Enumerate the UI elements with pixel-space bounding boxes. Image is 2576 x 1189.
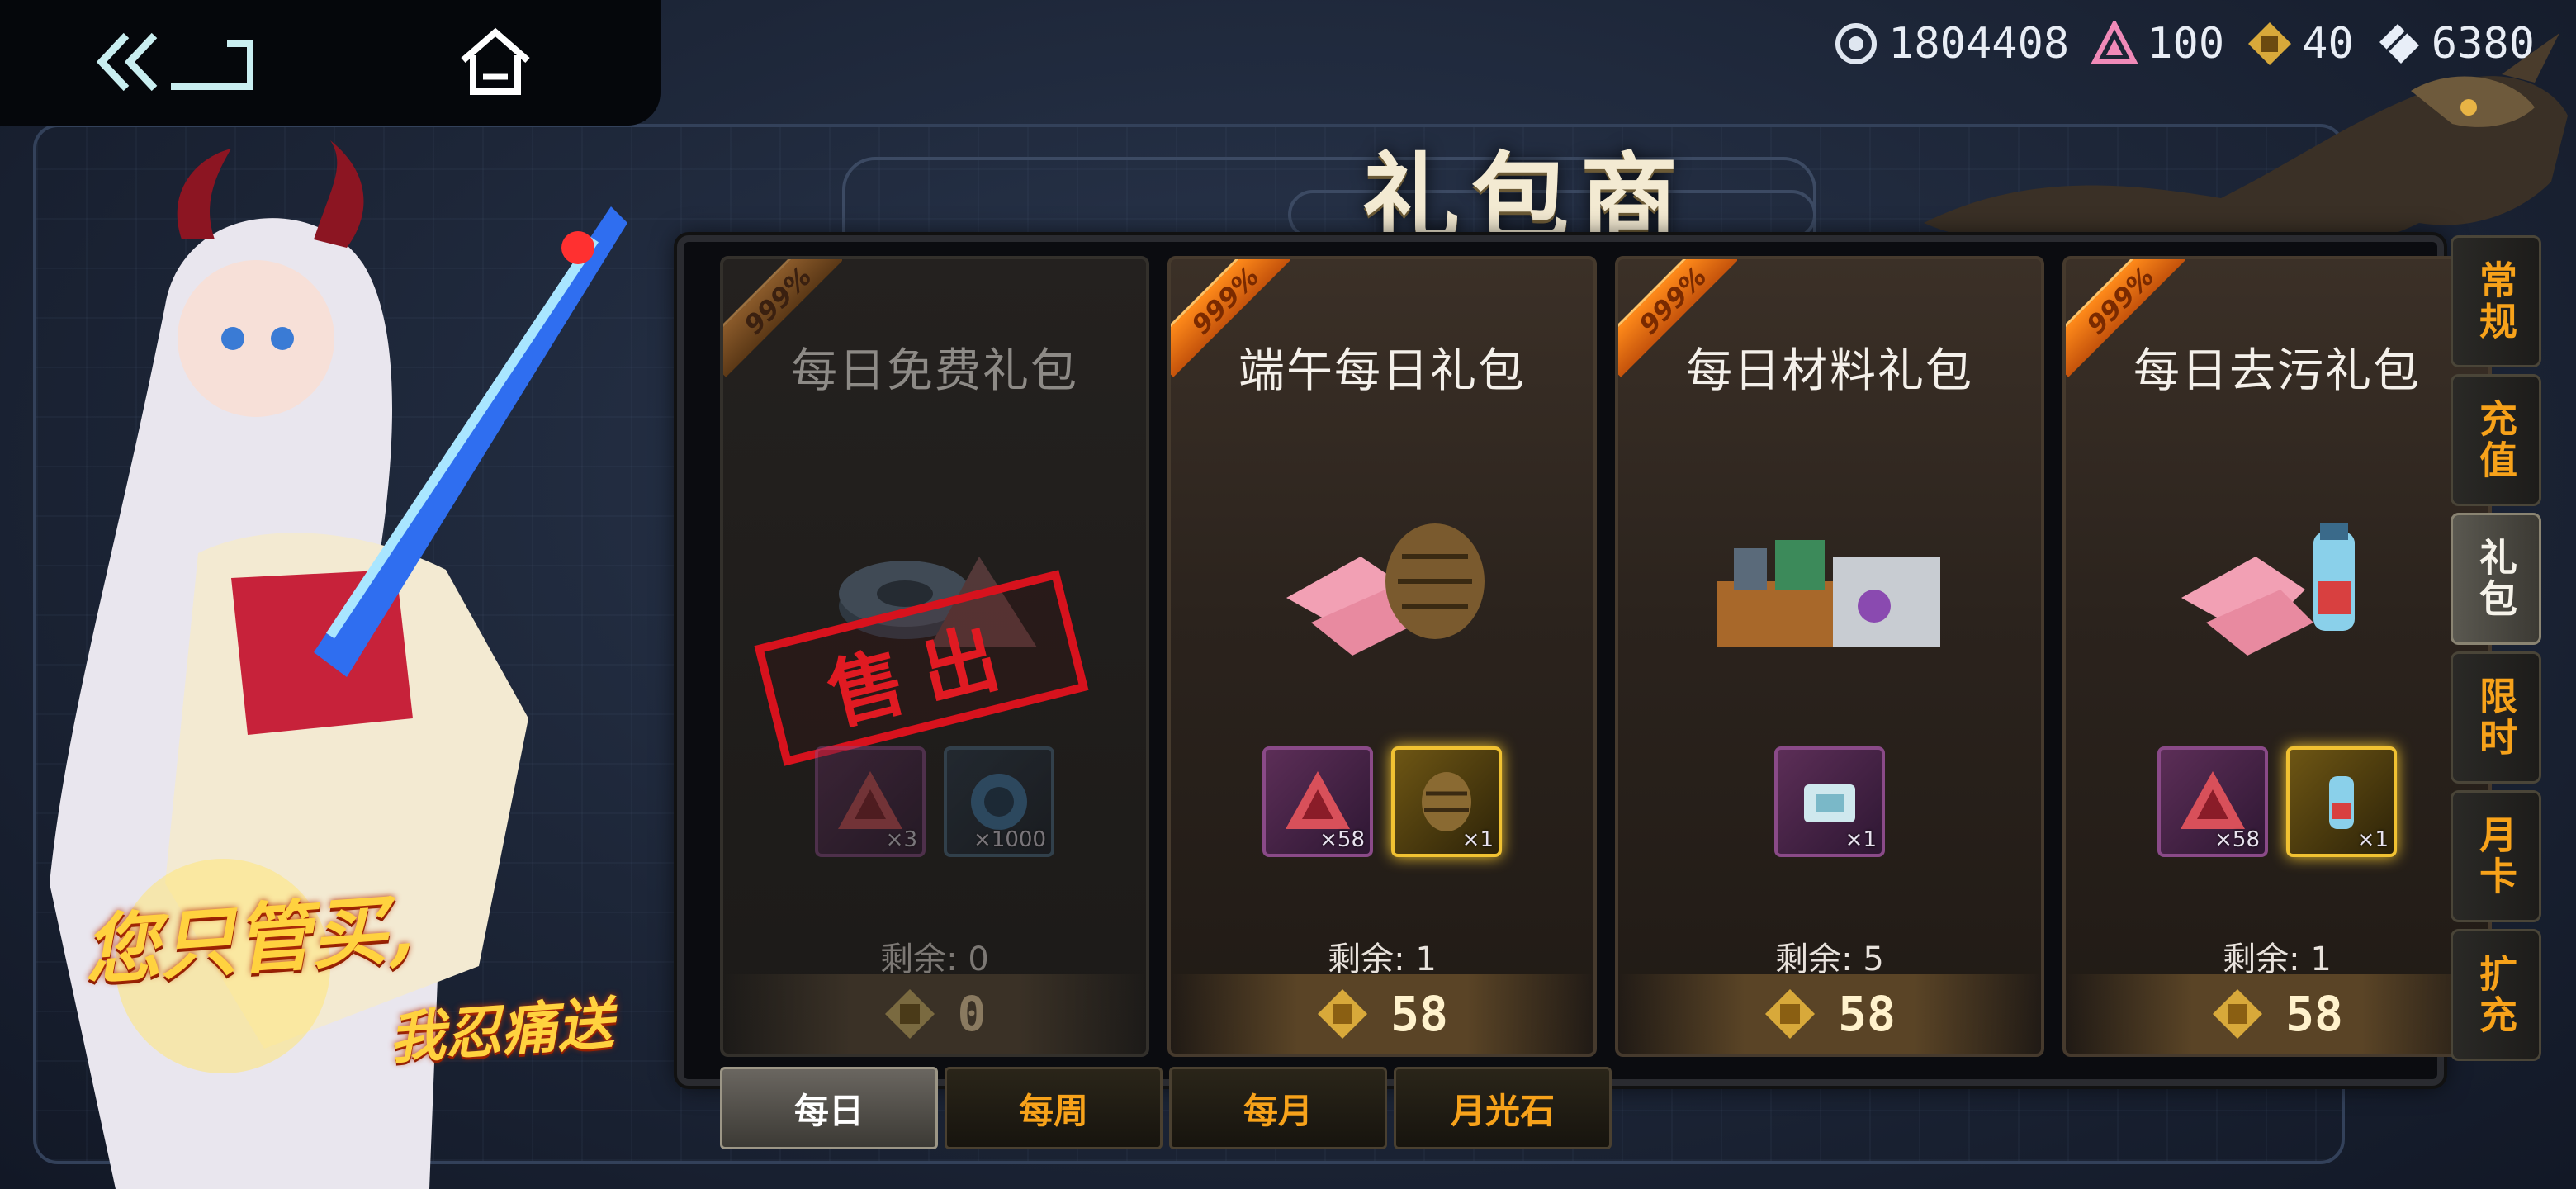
reward-items: ×3 ×1000 <box>723 746 1146 857</box>
buy-button[interactable]: 58 <box>1171 974 1593 1054</box>
tab-weekly[interactable]: 每周 <box>945 1067 1163 1149</box>
tab-expand[interactable]: 扩充 <box>2451 929 2541 1061</box>
reward-item[interactable]: ×1 <box>2286 746 2397 857</box>
gift-pack-card-decontamination[interactable]: 999% 每日去污礼包 ×58 ×1 剩余: 1 58 <box>2062 256 2492 1057</box>
crystal-potion-art <box>2181 523 2355 656</box>
card-title: 每日免费礼包 <box>791 344 1078 398</box>
gold-chip-icon <box>2213 989 2263 1039</box>
gift-pack-card-materials[interactable]: 999% 每日材料礼包 ×1 剩余: 5 58 <box>1615 256 2044 1057</box>
gold-chip-icon <box>1765 989 1816 1039</box>
material-crate-art <box>1717 540 1940 647</box>
card-title: 每日去污礼包 <box>2133 344 2421 398</box>
buy-button[interactable]: 58 <box>1618 974 2041 1054</box>
home-button[interactable] <box>446 17 545 107</box>
energy-core-icon <box>1832 20 1880 68</box>
buy-button[interactable]: 0 <box>723 974 1146 1054</box>
crystal-armor-art <box>1286 523 1485 656</box>
gold-chip-icon <box>884 989 935 1039</box>
gold-chip-icon <box>1318 989 1368 1039</box>
home-icon <box>461 27 530 95</box>
price-value: 0 <box>957 986 987 1042</box>
top-nav-bar <box>0 0 661 126</box>
remaining-count: 剩余: 0 <box>880 940 989 978</box>
reward-items: ×58 ×1 <box>1171 746 1593 857</box>
reward-item[interactable]: ×1 <box>1774 746 1885 857</box>
tab-recharge[interactable]: 充值 <box>2451 374 2541 506</box>
reward-item[interactable]: ×58 <box>2157 746 2268 857</box>
reward-items: ×58 ×1 <box>2066 746 2488 857</box>
tab-monthly[interactable]: 每月 <box>1169 1067 1387 1149</box>
remaining-count: 剩余: 5 <box>1775 940 1884 978</box>
reward-items: ×1 <box>1618 746 2041 857</box>
page-title: 礼包商店 <box>1362 141 1690 397</box>
card-title: 每日材料礼包 <box>1686 344 1973 398</box>
tab-limited[interactable]: 限时 <box>2451 651 2541 784</box>
tab-moonstone[interactable]: 月光石 <box>1394 1067 1612 1149</box>
reward-item[interactable]: ×1 <box>1391 746 1502 857</box>
tab-regular[interactable]: 常规 <box>2451 235 2541 367</box>
price-value: 58 <box>1390 986 1448 1042</box>
price-value: 58 <box>1838 986 1896 1042</box>
tab-monthly-card[interactable]: 月卡 <box>2451 790 2541 922</box>
buy-button[interactable]: 58 <box>2066 974 2488 1054</box>
double-chevron-left-icon <box>96 32 253 92</box>
gift-pack-card-daily-free[interactable]: 999% 每日免费礼包 售出 ×3 ×1000 剩余: 0 0 <box>720 256 1149 1057</box>
tab-daily[interactable]: 每日 <box>720 1067 938 1149</box>
reward-item[interactable]: ×3 <box>815 746 926 857</box>
back-button[interactable] <box>91 17 264 107</box>
tab-gift-pack[interactable]: 礼包 <box>2451 513 2541 645</box>
period-tabs: 每日 每周 每月 月光石 <box>720 1067 1612 1149</box>
gift-pack-card-dragon-boat[interactable]: 999% 端午每日礼包 ×58 ×1 剩余: 1 58 <box>1167 256 1597 1057</box>
remaining-count: 剩余: 1 <box>1328 940 1437 978</box>
price-value: 58 <box>2285 986 2343 1042</box>
remaining-count: 剩余: 1 <box>2223 940 2332 978</box>
reward-item[interactable]: ×1000 <box>944 746 1054 857</box>
card-title: 端午每日礼包 <box>1238 344 1526 398</box>
reward-item[interactable]: ×58 <box>1262 746 1373 857</box>
